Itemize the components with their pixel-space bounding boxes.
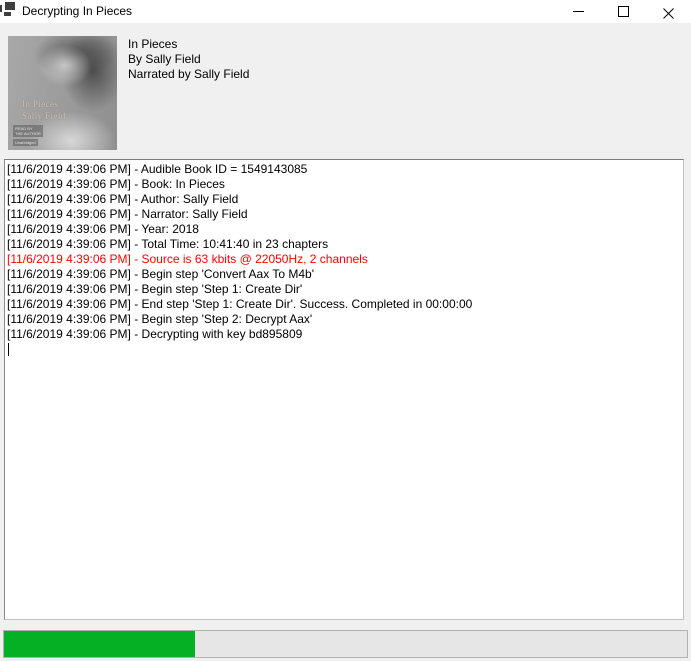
log-line: [11/6/2019 4:39:06 PM] - Year: 2018: [7, 222, 681, 237]
minimize-icon: [573, 11, 584, 12]
minimize-button[interactable]: [556, 0, 601, 23]
book-narrator: Narrated by Sally Field: [128, 67, 249, 82]
cover-title-text: In Pieces Sally Field: [22, 98, 66, 122]
close-button[interactable]: [646, 0, 691, 23]
log-line: [11/6/2019 4:39:06 PM] - Narrator: Sally…: [7, 207, 681, 222]
app-icon: [0, 2, 16, 20]
log-line: [11/6/2019 4:39:06 PM] - Begin step 'Ste…: [7, 282, 681, 297]
log-line: [11/6/2019 4:39:06 PM] - Audible Book ID…: [7, 162, 681, 177]
log-line: [11/6/2019 4:39:06 PM] - Total Time: 10:…: [7, 237, 681, 252]
book-info: In Pieces By Sally Field Narrated by Sal…: [128, 37, 249, 82]
log-line: [11/6/2019 4:39:06 PM] - Source is 63 kb…: [7, 252, 681, 267]
cover-readby-text: READ BY THE AUTHOR: [13, 125, 43, 137]
text-caret: [8, 343, 9, 356]
progress-bar: [3, 630, 688, 658]
app-window: Decrypting In Pieces In Pieces Sally: [0, 0, 691, 661]
progress-bar-fill: [4, 631, 195, 657]
log-line: [11/6/2019 4:39:06 PM] - End step 'Step …: [7, 297, 681, 312]
cover-edition-text: Unabridged: [13, 139, 38, 146]
close-icon: [663, 6, 674, 24]
caption-buttons: [556, 0, 691, 23]
log-line: [11/6/2019 4:39:06 PM] - Decrypting with…: [7, 327, 681, 342]
window-title: Decrypting In Pieces: [22, 4, 132, 18]
book-title: In Pieces: [128, 37, 249, 52]
log-line: [11/6/2019 4:39:06 PM] - Book: In Pieces: [7, 177, 681, 192]
log-line: [11/6/2019 4:39:06 PM] - Begin step 'Con…: [7, 267, 681, 282]
title-bar: Decrypting In Pieces: [0, 0, 691, 23]
log-line: [11/6/2019 4:39:06 PM] - Author: Sally F…: [7, 192, 681, 207]
log-output[interactable]: [11/6/2019 4:39:06 PM] - Audible Book ID…: [4, 159, 684, 620]
maximize-button[interactable]: [601, 0, 646, 23]
log-line: [11/6/2019 4:39:06 PM] - Begin step 'Ste…: [7, 312, 681, 327]
book-author: By Sally Field: [128, 52, 249, 67]
book-cover-image: In Pieces Sally Field READ BY THE AUTHOR…: [8, 36, 117, 150]
maximize-icon: [618, 6, 629, 17]
